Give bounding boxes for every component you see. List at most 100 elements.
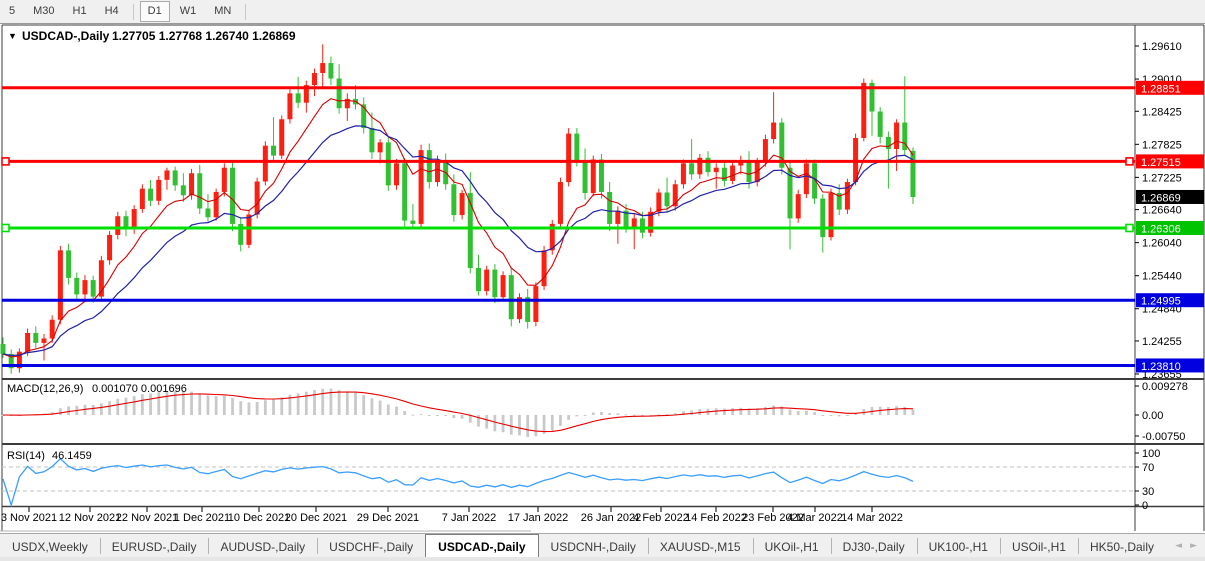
ohlc-readout: 1.27705 1.27768 1.26740 1.26869 — [112, 29, 296, 43]
macd-histogram-bar — [379, 401, 382, 415]
price-level-badge: 1.26306 — [1141, 223, 1181, 235]
macd-histogram-bar — [444, 415, 447, 416]
tab-uk100-h1[interactable]: UK100-,H1 — [917, 534, 1000, 558]
candle-body — [91, 280, 96, 297]
candle-body — [222, 168, 227, 192]
tab-audusd-daily[interactable]: AUDUSD-,Daily — [208, 534, 317, 558]
tab-xauusd-m15[interactable]: XAUUSD-,M15 — [648, 534, 753, 558]
date-axis-label: 7 Jan 2022 — [442, 512, 496, 524]
tab-hk50-daily[interactable]: HK50-,Daily — [1078, 534, 1166, 558]
candle-body — [320, 63, 325, 73]
macd-histogram-bar — [248, 402, 251, 415]
macd-histogram-bar — [338, 390, 341, 415]
timeframe-button-m30[interactable]: M30 — [25, 1, 62, 22]
macd-histogram-bar — [108, 401, 111, 415]
macd-histogram-bar — [452, 415, 455, 418]
price-axis-label: 1.26040 — [1142, 238, 1182, 250]
candle-body — [378, 142, 383, 152]
macd-histogram-bar — [387, 404, 390, 415]
date-axis-label: 3 Nov 2021 — [1, 512, 57, 524]
macd-histogram-bar — [559, 415, 562, 426]
candle-body — [156, 180, 161, 201]
macd-histogram-bar — [313, 390, 316, 415]
candle-body — [615, 211, 620, 224]
line-drag-handle[interactable] — [1126, 158, 1133, 165]
tab-scroll-arrows: ◄► — [1167, 534, 1205, 558]
tab-scroll-left-icon[interactable]: ◄ — [1175, 541, 1182, 551]
macd-histogram-bar — [485, 415, 488, 429]
candle-body — [271, 146, 276, 156]
line-drag-handle[interactable] — [2, 224, 9, 231]
macd-axis-label: -0.00750 — [1142, 431, 1185, 443]
date-axis-label: 14 Feb 2022 — [685, 512, 747, 524]
timeframe-button-5[interactable]: 5 — [1, 1, 23, 22]
tab-usdx-weekly[interactable]: USDX,Weekly — [0, 534, 100, 558]
macd-histogram-bar — [772, 406, 775, 415]
macd-histogram-bar — [125, 398, 128, 415]
timeframe-button-h4[interactable]: H4 — [97, 1, 127, 22]
candle-body — [214, 192, 219, 217]
candle-body — [181, 185, 186, 195]
macd-histogram-bar — [830, 415, 833, 416]
macd-histogram-bar — [59, 408, 62, 415]
line-drag-handle[interactable] — [2, 158, 9, 165]
candle-body — [402, 163, 407, 220]
tab-usdcnh-daily[interactable]: USDCNH-,Daily — [539, 534, 648, 558]
date-axis-label: 1 Dec 2021 — [174, 512, 230, 524]
candle-body — [205, 208, 210, 217]
macd-histogram-bar — [608, 413, 611, 415]
candle-body — [771, 123, 776, 140]
price-axis-label: 1.26640 — [1142, 205, 1182, 217]
price-level-badge: 1.27515 — [1141, 157, 1181, 169]
candle-body — [591, 159, 596, 193]
macd-histogram-bar — [428, 415, 431, 416]
date-axis-label: 17 Jan 2022 — [508, 512, 569, 524]
candle-body — [337, 78, 342, 108]
timeframe-button-mn[interactable]: MN — [206, 1, 239, 22]
rsi-axis-label: 70 — [1142, 462, 1154, 474]
tab-dj30-daily[interactable]: DJ30-,Daily — [831, 534, 917, 558]
candle-body — [730, 166, 735, 181]
macd-histogram-bar — [543, 415, 546, 434]
tab-scroll-right-icon[interactable]: ► — [1190, 541, 1197, 551]
candle-body — [164, 170, 169, 179]
macd-histogram-bar — [600, 412, 603, 415]
timeframe-button-d1[interactable]: D1 — [140, 1, 170, 22]
candle-body — [763, 139, 768, 162]
macd-histogram-bar — [805, 411, 808, 415]
candle-body — [714, 168, 719, 172]
candle-body — [689, 163, 694, 174]
date-axis-label: 10 Dec 2021 — [228, 512, 290, 524]
macd-title: MACD(12,26,9) — [7, 383, 83, 395]
rsi-axis-label: 100 — [1142, 448, 1160, 460]
macd-histogram-bar — [551, 415, 554, 430]
candle-body — [82, 280, 87, 294]
candle-body — [312, 73, 317, 85]
rsi-axis-label: 30 — [1142, 486, 1154, 498]
timeframe-button-h1[interactable]: H1 — [65, 1, 95, 22]
tab-usdchf-daily[interactable]: USDCHF-,Daily — [317, 534, 425, 558]
rsi-title: RSI(14) — [7, 450, 45, 462]
macd-histogram-bar — [567, 415, 570, 420]
tab-usoil-h1[interactable]: USOil-,H1 — [1000, 534, 1078, 558]
candle-body — [132, 209, 137, 229]
price-axis-label: 1.25440 — [1142, 271, 1182, 283]
macd-histogram-bar — [813, 412, 816, 415]
price-axis-label: 1.28425 — [1142, 106, 1182, 118]
candle-body — [828, 193, 833, 237]
collapse-triangle-icon[interactable]: ▼ — [8, 31, 17, 41]
macd-histogram-bar — [321, 389, 324, 415]
macd-values: 0.001070 0.001696 — [92, 383, 187, 395]
chart-area[interactable]: 1.296101.290101.284251.278251.272251.266… — [0, 0, 1205, 533]
candle-body — [74, 278, 79, 295]
tab-usdcad-daily[interactable]: USDCAD-,Daily — [425, 534, 538, 558]
line-drag-handle[interactable] — [1126, 224, 1133, 231]
price-axis-label: 1.24255 — [1142, 336, 1182, 348]
price-level-badge: 1.28851 — [1141, 83, 1181, 95]
candle-body — [394, 163, 399, 185]
candle-body — [263, 146, 268, 182]
tab-eurusd-daily[interactable]: EURUSD-,Daily — [100, 534, 209, 558]
tab-ukoil-h1[interactable]: UKOil-,H1 — [753, 534, 831, 558]
timeframe-button-w1[interactable]: W1 — [172, 1, 205, 22]
chart-background — [0, 25, 1205, 533]
